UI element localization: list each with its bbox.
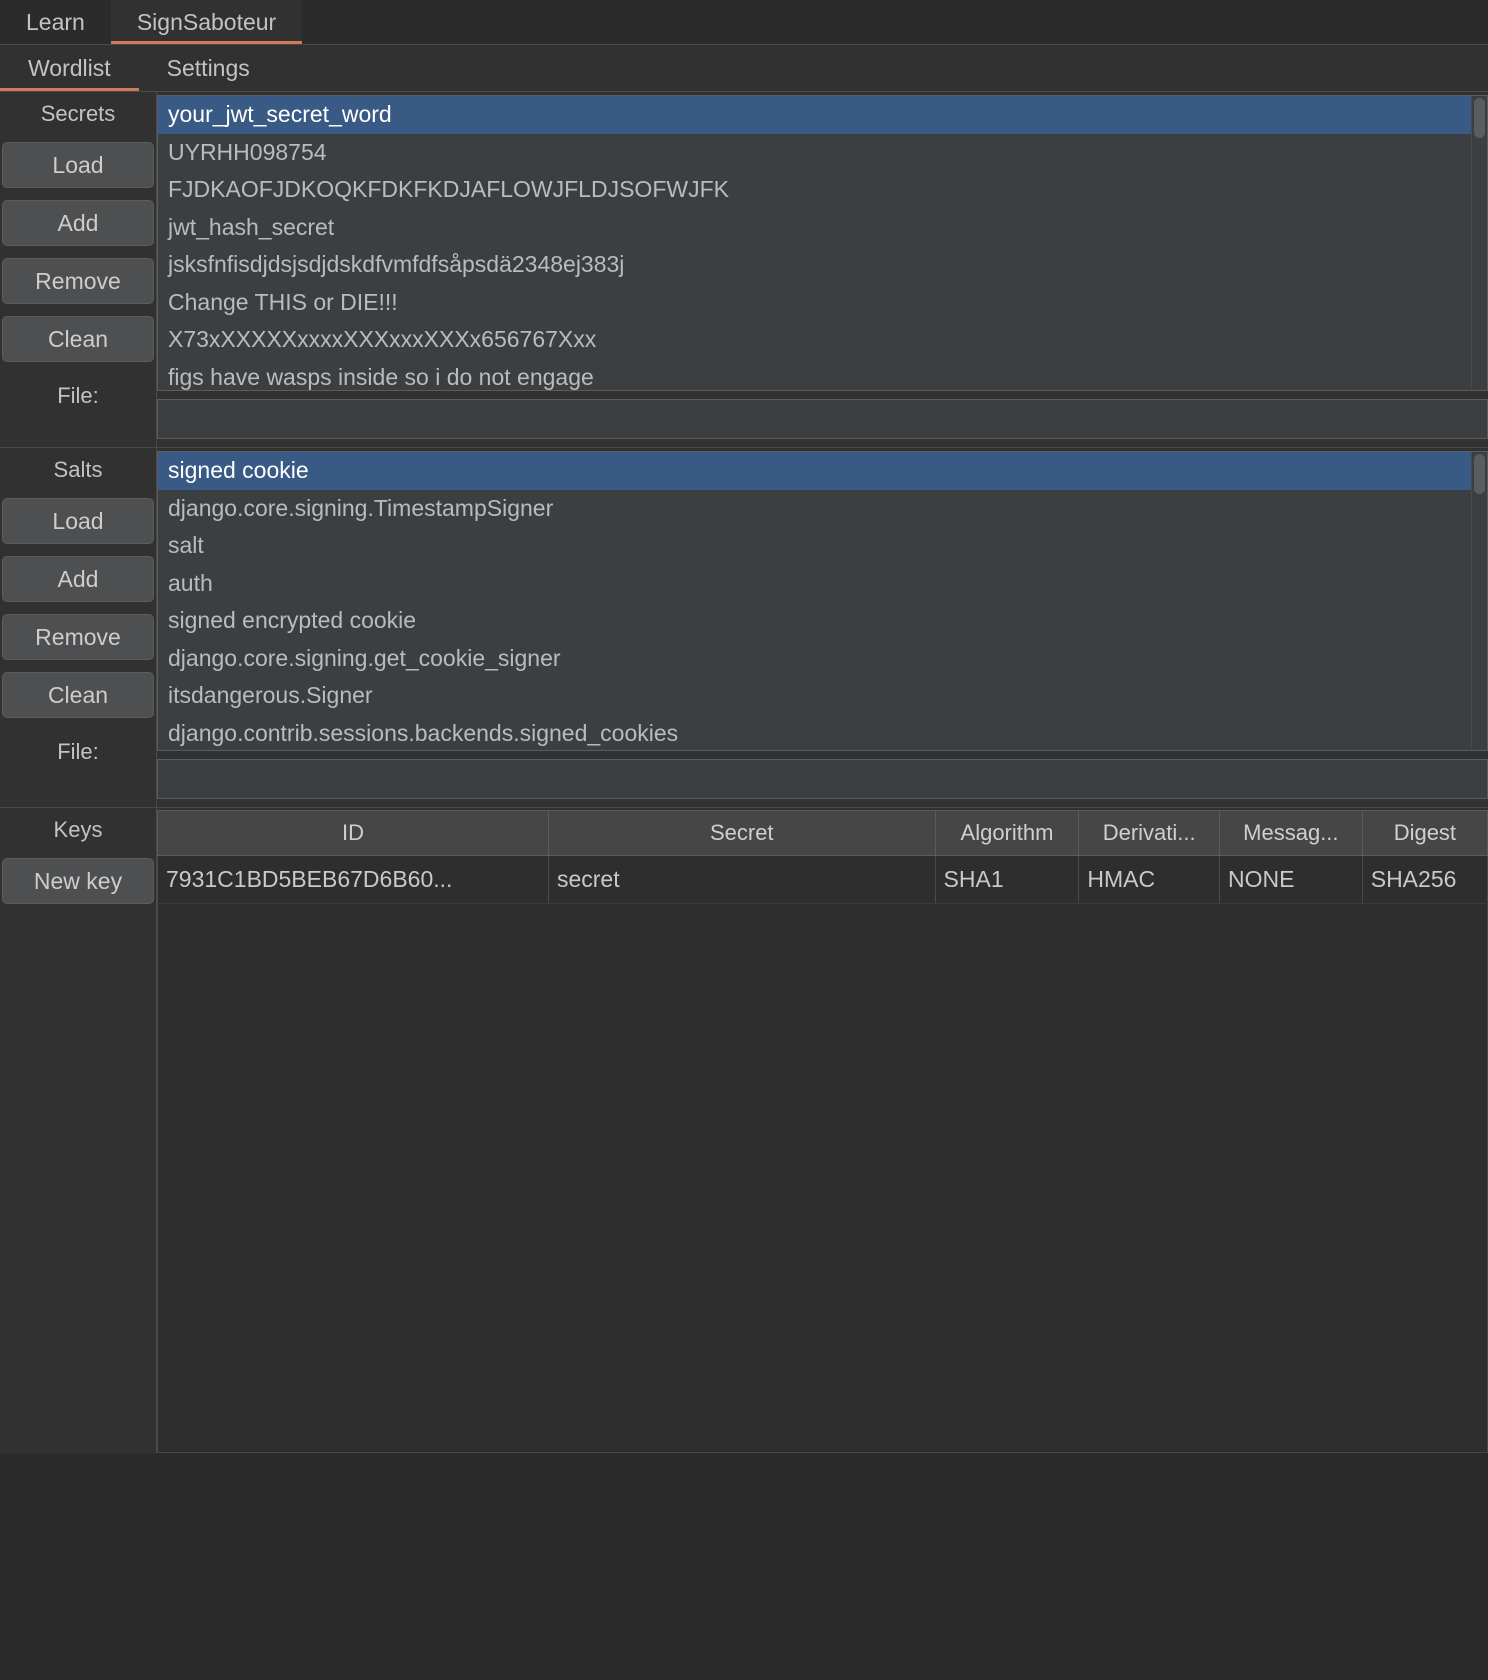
- salts-list-wrapper: signed cookie django.core.signing.Timesta…: [157, 451, 1488, 751]
- key-message-cell: NONE: [1218, 855, 1363, 904]
- new-key-button[interactable]: New key: [2, 858, 154, 904]
- key-id-cell: 7931C1BD5BEB67D6B60...: [157, 855, 549, 904]
- key-secret-cell: secret: [547, 855, 936, 904]
- salts-file-label: File:: [57, 739, 99, 764]
- salts-list[interactable]: signed cookie django.core.signing.Timesta…: [158, 452, 1471, 750]
- salts-content: signed cookie django.core.signing.Timesta…: [157, 448, 1488, 807]
- keys-column-message[interactable]: Messag...: [1218, 810, 1363, 856]
- salts-scrollbar-thumb[interactable]: [1474, 454, 1485, 494]
- salts-list-item[interactable]: signed encrypted cookie: [158, 602, 1471, 640]
- secrets-add-button[interactable]: Add: [2, 200, 154, 246]
- salts-list-scrollbar[interactable]: [1471, 452, 1487, 750]
- salts-list-item[interactable]: django.contrib.sessions.backends.signed_…: [158, 715, 1471, 751]
- secrets-content: your_jwt_secret_word UYRHH098754 FJDKAOFJD…: [157, 92, 1488, 447]
- tab-signsaboteur[interactable]: SignSaboteur: [110, 0, 303, 44]
- tab-settings[interactable]: Settings: [139, 45, 278, 91]
- salts-group-label: Salts: [0, 448, 156, 492]
- tab-learn[interactable]: Learn: [0, 0, 111, 44]
- salts-list-item[interactable]: django.core.signing.get_cookie_signer: [158, 640, 1471, 678]
- secrets-load-button[interactable]: Load: [2, 142, 154, 188]
- keys-column-secret[interactable]: Secret: [547, 810, 936, 856]
- keys-group-label: Keys: [0, 808, 156, 852]
- secrets-controls: Secrets Load Add Remove Clean File:: [0, 92, 157, 447]
- salts-list-item[interactable]: signed cookie: [158, 452, 1471, 490]
- secrets-file-input[interactable]: [157, 399, 1488, 439]
- keys-column-derivation[interactable]: Derivati...: [1078, 810, 1220, 856]
- secrets-section: Secrets Load Add Remove Clean File: your…: [0, 92, 1488, 447]
- top-tab-bar: Learn SignSaboteur: [0, 0, 1488, 45]
- secrets-list-item[interactable]: FJDKAOFJDKOQKFDKFKDJAFLOWJFLDJSOFWJFK: [158, 171, 1471, 209]
- keys-column-digest[interactable]: Digest: [1361, 810, 1488, 856]
- tab-wordlist[interactable]: Wordlist: [0, 45, 139, 91]
- tab-learn-label: Learn: [26, 8, 85, 35]
- secrets-list-item[interactable]: Change THIS or DIE!!!: [158, 284, 1471, 322]
- secrets-list-item[interactable]: UYRHH098754: [158, 134, 1471, 172]
- secrets-group-label: Secrets: [0, 92, 156, 136]
- salts-remove-button[interactable]: Remove: [2, 614, 154, 660]
- keys-column-id[interactable]: ID: [157, 810, 549, 856]
- tab-signsaboteur-label: SignSaboteur: [136, 8, 277, 35]
- secrets-remove-button[interactable]: Remove: [2, 258, 154, 304]
- salts-list-item[interactable]: auth: [158, 565, 1471, 603]
- sub-tab-bar: Wordlist Settings: [0, 45, 1488, 92]
- tab-wordlist-label: Wordlist: [28, 54, 111, 81]
- salts-list-item[interactable]: django.core.signing.TimestampSigner: [158, 490, 1471, 528]
- key-digest-cell: SHA256: [1361, 855, 1488, 904]
- salts-file-input[interactable]: [157, 759, 1488, 799]
- secrets-list-wrapper: your_jwt_secret_word UYRHH098754 FJDKAOFJD…: [157, 95, 1488, 391]
- keys-table-header-row: ID Secret Algorithm Derivati... Messag..…: [157, 810, 1488, 856]
- keys-section: Keys New key ID Secret Algorithm Derivat…: [0, 808, 1488, 1453]
- keys-controls: Keys New key: [0, 808, 157, 1453]
- secrets-list-item[interactable]: your_jwt_secret_word: [158, 96, 1471, 134]
- salts-section: Salts Load Add Remove Clean File: signed…: [0, 448, 1488, 807]
- keys-table-empty-area: [157, 904, 1488, 1453]
- keys-column-algorithm[interactable]: Algorithm: [934, 810, 1080, 856]
- salts-clean-button[interactable]: Clean: [2, 672, 154, 718]
- salts-file-row: [157, 751, 1488, 807]
- key-derivation-cell: HMAC: [1078, 855, 1220, 904]
- secrets-list-item[interactable]: figs have wasps inside so i do not engag…: [158, 359, 1471, 391]
- secrets-list-item[interactable]: X73xXXXXXxxxxXXXxxxXXXx656767Xxx: [158, 321, 1471, 359]
- salts-controls: Salts Load Add Remove Clean File:: [0, 448, 157, 807]
- secrets-list-item[interactable]: jwt_hash_secret: [158, 209, 1471, 247]
- keys-table-row[interactable]: 7931C1BD5BEB67D6B60... secret SHA1 HMAC NONE…: [157, 855, 1488, 904]
- secrets-list[interactable]: your_jwt_secret_word UYRHH098754 FJDKAOFJD…: [158, 96, 1471, 390]
- secrets-list-item[interactable]: jsksfnfisdjdsjsdjdskdfvmfdfsåpsdä2348ej3…: [158, 246, 1471, 284]
- salts-load-button[interactable]: Load: [2, 498, 154, 544]
- secrets-list-scrollbar[interactable]: [1471, 96, 1487, 390]
- salts-add-button[interactable]: Add: [2, 556, 154, 602]
- secrets-file-row: [157, 391, 1488, 447]
- keys-table: ID Secret Algorithm Derivati... Messag..…: [157, 810, 1488, 904]
- salts-list-item[interactable]: itsdangerous.Signer: [158, 677, 1471, 715]
- secrets-clean-button[interactable]: Clean: [2, 316, 154, 362]
- keys-content: ID Secret Algorithm Derivati... Messag..…: [157, 808, 1488, 1453]
- key-algorithm-cell: SHA1: [934, 855, 1080, 904]
- secrets-scrollbar-thumb[interactable]: [1474, 98, 1485, 138]
- secrets-file-label: File:: [57, 383, 99, 408]
- tab-settings-label: Settings: [166, 54, 250, 81]
- salts-list-item[interactable]: salt: [158, 527, 1471, 565]
